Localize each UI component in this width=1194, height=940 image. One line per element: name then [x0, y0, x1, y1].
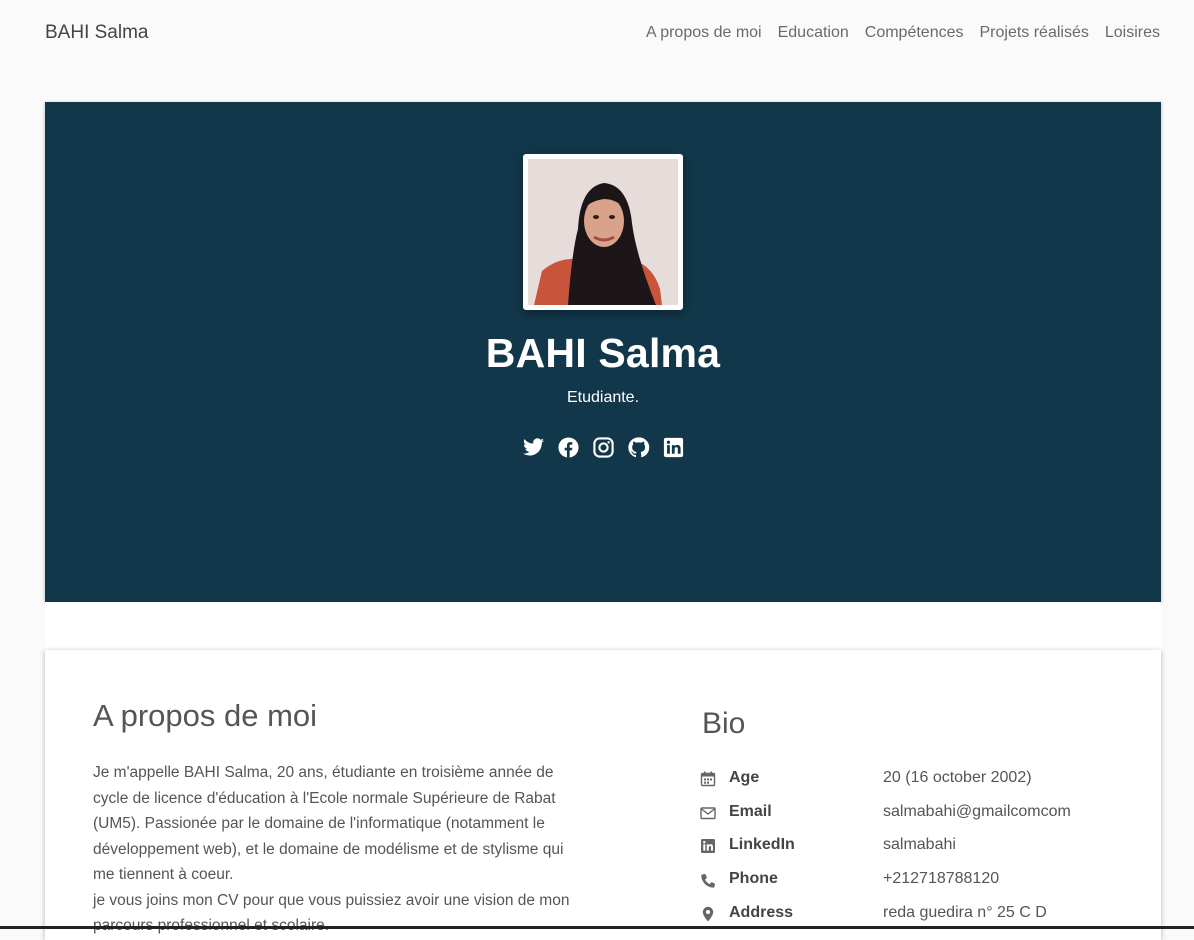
nav-link-education[interactable]: Education — [778, 24, 849, 42]
bio-value[interactable]: salmabahi — [883, 836, 956, 854]
bio-label: Phone — [729, 870, 778, 888]
envelope-icon — [700, 805, 716, 821]
phone-icon — [700, 872, 716, 888]
about-paragraph: je vous joins mon CV pour que vous puiss… — [93, 891, 570, 935]
bio-row-email: Email salmabahi@gmailcomcom — [700, 803, 1120, 837]
bio-row-phone: Phone +212718788120 — [700, 870, 1120, 904]
bio-label: LinkedIn — [729, 836, 795, 854]
hero-banner: BAHI Salma Etudiante. — [45, 102, 1161, 602]
github-icon[interactable] — [627, 436, 650, 459]
navbar-menu: A propos de moi Education Compétences Pr… — [646, 24, 1160, 42]
profile-photo — [528, 159, 678, 305]
hero-name: BAHI Salma — [485, 330, 721, 376]
bio-row-age: Age 20 (16 october 2002) — [700, 769, 1120, 803]
bio-value: 20 (16 october 2002) — [883, 769, 1032, 786]
bio-table: Age 20 (16 october 2002) Email salmabahi… — [700, 769, 1120, 937]
bio-label: Age — [729, 769, 760, 786]
nav-link-projects[interactable]: Projets réalisés — [979, 24, 1088, 42]
linkedin-icon[interactable] — [662, 436, 685, 459]
facebook-icon[interactable] — [557, 436, 580, 459]
linkedin-icon — [700, 838, 716, 854]
about-card: A propos de moi Je m'appelle BAHI Salma,… — [45, 650, 1161, 940]
bio-value: +212718788120 — [883, 870, 1000, 888]
map-marker-icon — [700, 906, 716, 922]
hero-spacer — [45, 602, 1161, 650]
bio-row-linkedin: LinkedIn salmabahi — [700, 836, 1120, 870]
bio-title: Bio — [702, 707, 746, 740]
nav-link-skills[interactable]: Compétences — [865, 24, 964, 42]
nav-link-hobbies[interactable]: Loisires — [1105, 24, 1160, 42]
top-navbar: BAHI Salma A propos de moi Education Com… — [0, 0, 1194, 68]
about-paragraph: Je m'appelle BAHI Salma, 20 ans, étudian… — [93, 764, 564, 883]
bio-row-address: Address reda guedira n° 25 C D — [700, 904, 1120, 938]
bio-value[interactable]: salmabahi@gmailcomcom — [883, 803, 1071, 821]
social-links — [45, 436, 1161, 459]
twitter-icon[interactable] — [522, 436, 545, 459]
calendar-icon — [700, 771, 716, 787]
hero-role: Etudiante. — [566, 389, 640, 406]
instagram-icon[interactable] — [592, 436, 615, 459]
bio-label: Email — [729, 802, 772, 820]
navbar-brand[interactable]: BAHI Salma — [45, 22, 148, 44]
bio-value: reda guedira n° 25 C D — [883, 903, 1047, 921]
bio-label: Address — [729, 903, 794, 921]
profile-photo-frame — [523, 154, 683, 310]
about-text: Je m'appelle BAHI Salma, 20 ans, étudian… — [93, 760, 588, 939]
nav-link-about[interactable]: A propos de moi — [646, 24, 762, 42]
about-title: A propos de moi — [93, 698, 318, 733]
